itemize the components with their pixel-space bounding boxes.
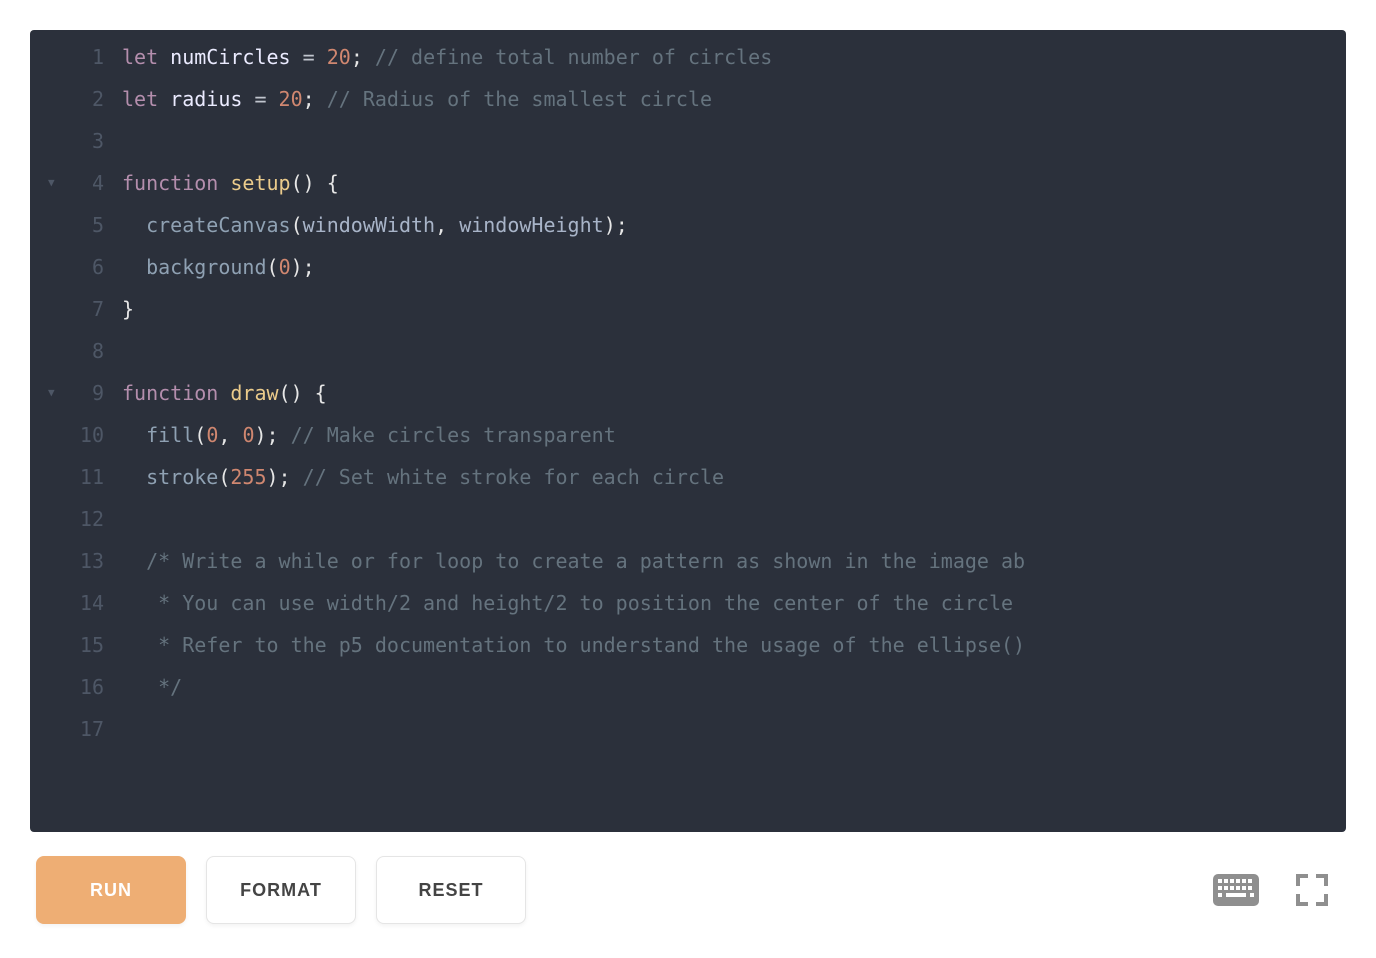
code-content[interactable]: background(0); (122, 246, 315, 288)
code-content[interactable]: stroke(255); // Set white stroke for eac… (122, 456, 724, 498)
line-number: 9 (30, 372, 122, 414)
line-number: 17 (30, 708, 122, 750)
format-button[interactable]: FORMAT (206, 856, 356, 924)
line-number: 8 (30, 330, 122, 372)
code-content[interactable]: * Refer to the p5 documentation to under… (122, 624, 1025, 666)
code-line[interactable]: 17 (30, 708, 1346, 750)
code-line[interactable]: 16 */ (30, 666, 1346, 708)
code-line[interactable]: 2let radius = 20; // Radius of the small… (30, 78, 1346, 120)
fullscreen-icon[interactable] (1284, 862, 1340, 918)
code-content[interactable]: fill(0, 0); // Make circles transparent (122, 414, 616, 456)
code-content[interactable]: let radius = 20; // Radius of the smalle… (122, 78, 712, 120)
line-number: 12 (30, 498, 122, 540)
code-content[interactable]: createCanvas(windowWidth, windowHeight); (122, 204, 628, 246)
line-number: 5 (30, 204, 122, 246)
line-number: 10 (30, 414, 122, 456)
code-line[interactable]: 10 fill(0, 0); // Make circles transpare… (30, 414, 1346, 456)
keyboard-icon[interactable] (1208, 862, 1264, 918)
line-number: 7 (30, 288, 122, 330)
line-number: 11 (30, 456, 122, 498)
line-number: 2 (30, 78, 122, 120)
code-line[interactable]: 1let numCircles = 20; // define total nu… (30, 36, 1346, 78)
code-content[interactable]: /* Write a while or for loop to create a… (122, 540, 1025, 582)
line-number: 15 (30, 624, 122, 666)
code-line[interactable]: 5 createCanvas(windowWidth, windowHeight… (30, 204, 1346, 246)
code-editor[interactable]: 1let numCircles = 20; // define total nu… (30, 30, 1346, 832)
line-number: 16 (30, 666, 122, 708)
toolbar: RUN FORMAT RESET (30, 832, 1346, 928)
line-number: 13 (30, 540, 122, 582)
code-content[interactable]: */ (122, 666, 182, 708)
line-number: 3 (30, 120, 122, 162)
fold-icon[interactable]: ▼ (48, 372, 55, 414)
code-content[interactable]: * You can use width/2 and height/2 to po… (122, 582, 1025, 624)
code-line[interactable]: ▼4function setup() { (30, 162, 1346, 204)
code-line[interactable]: 3 (30, 120, 1346, 162)
code-content[interactable]: } (122, 288, 134, 330)
code-line[interactable]: 13 /* Write a while or for loop to creat… (30, 540, 1346, 582)
code-line[interactable]: 8 (30, 330, 1346, 372)
line-number: 1 (30, 36, 122, 78)
code-line[interactable]: ▼9function draw() { (30, 372, 1346, 414)
code-line[interactable]: 14 * You can use width/2 and height/2 to… (30, 582, 1346, 624)
code-line[interactable]: 11 stroke(255); // Set white stroke for … (30, 456, 1346, 498)
line-number: 6 (30, 246, 122, 288)
code-content[interactable]: let numCircles = 20; // define total num… (122, 36, 772, 78)
fold-icon[interactable]: ▼ (48, 162, 55, 204)
code-line[interactable]: 15 * Refer to the p5 documentation to un… (30, 624, 1346, 666)
code-content[interactable]: function draw() { (122, 372, 327, 414)
code-content[interactable]: function setup() { (122, 162, 339, 204)
code-line[interactable]: 6 background(0); (30, 246, 1346, 288)
line-number: 4 (30, 162, 122, 204)
code-line[interactable]: 12 (30, 498, 1346, 540)
reset-button[interactable]: RESET (376, 856, 526, 924)
run-button[interactable]: RUN (36, 856, 186, 924)
line-number: 14 (30, 582, 122, 624)
code-line[interactable]: 7} (30, 288, 1346, 330)
